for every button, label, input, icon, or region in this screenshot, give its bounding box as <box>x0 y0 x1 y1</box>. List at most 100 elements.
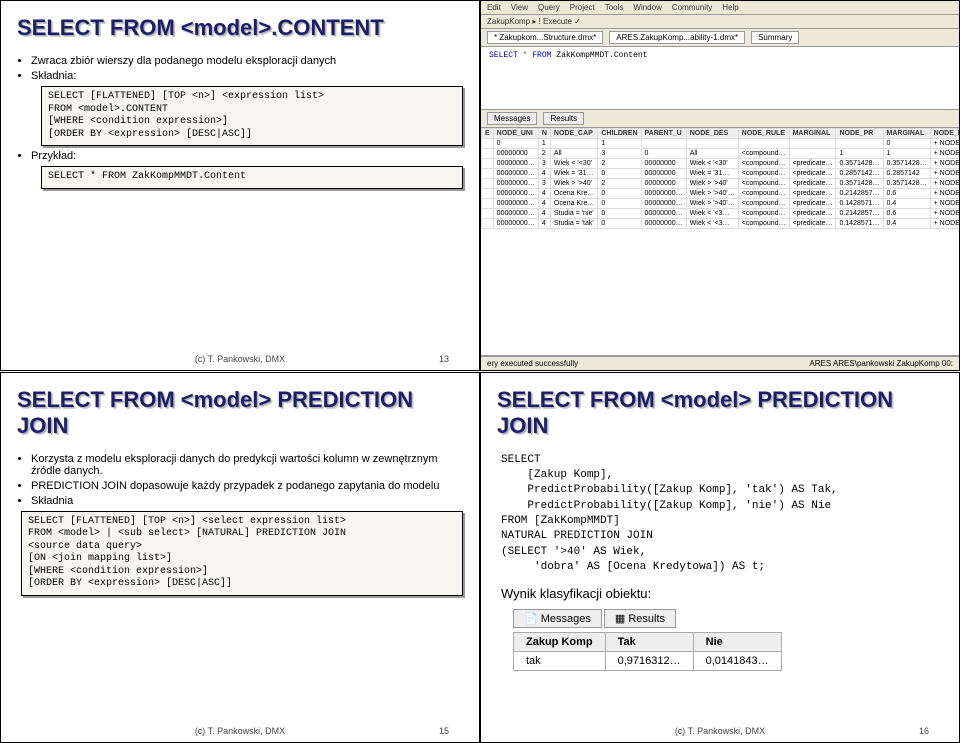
col-header: NODE_CAP <box>550 129 597 139</box>
cell <box>738 139 789 149</box>
ssms-window: Edit View Query Project Tools Window Com… <box>481 1 959 370</box>
slide-footer: (c) T. Pankowski, DMX 16 <box>481 726 959 736</box>
cell: 0.2857142… <box>836 169 883 179</box>
cell: Wiek < '<30' <box>686 159 738 169</box>
editor-tab[interactable]: * Zakupkom...Structure.dmx* <box>487 31 603 44</box>
cell <box>482 189 494 199</box>
cell <box>482 219 494 229</box>
menu-item[interactable]: Community <box>672 3 712 12</box>
cell <box>482 169 494 179</box>
cell: 0.3571428… <box>883 179 930 189</box>
cell: 00000000… <box>641 189 686 199</box>
menu-bar[interactable]: Edit View Query Project Tools Window Com… <box>481 1 959 15</box>
cell: 00000000… <box>493 179 538 189</box>
cell: 2 <box>598 179 641 189</box>
cell: 0.4 <box>883 199 930 209</box>
cell: <predicate… <box>789 209 836 219</box>
cell: + NODE_DISTRIBUTION <box>930 209 959 219</box>
col-header: NODE_DES <box>686 129 738 139</box>
example-code: SELECT * FROM ZakKompMMDT.Content <box>41 166 463 189</box>
cell: 1 <box>836 149 883 159</box>
query-editor[interactable]: SELECT * FROM ZakKompMMDT.Content <box>481 47 959 110</box>
cell: <compound… <box>738 219 789 229</box>
cell: + NODE_DISTRIBUTION <box>930 149 959 159</box>
menu-item[interactable]: View <box>511 3 528 12</box>
toolbar[interactable]: ZakupKomp ▸ ! Execute ✓ <box>481 15 959 29</box>
cell: <compound… <box>738 179 789 189</box>
cell: <predicate… <box>789 159 836 169</box>
cell: 0.2857142 <box>883 169 930 179</box>
cell: 0.4 <box>883 219 930 229</box>
cell: 0 <box>493 139 538 149</box>
cell: 1 <box>598 139 641 149</box>
result-panel: 📄 Messages ▦ Results Zakup Komp Tak Nie … <box>513 609 943 671</box>
table-row: 00000000…4Studia = 'tak'000000000…Wiek <… <box>482 219 960 229</box>
slide-15: SELECT FROM <model> PREDICTION JOIN Korz… <box>0 372 480 743</box>
cell: 2 <box>538 149 550 159</box>
menu-item[interactable]: Query <box>538 3 560 12</box>
menu-item[interactable]: Tools <box>605 3 624 12</box>
cell: <predicate… <box>789 199 836 209</box>
table-row: 00000000…4Wiek = '31…000000000Wiek = '31… <box>482 169 960 179</box>
bullet: Zwraca zbiór wierszy dla podanego modelu… <box>31 55 463 67</box>
result-tabs[interactable]: 📄 Messages ▦ Results <box>513 609 943 628</box>
cell: + NODE_DISTRIBUTION <box>930 189 959 199</box>
menu-item[interactable]: Project <box>570 3 595 12</box>
results-tab[interactable]: ▦ Results <box>604 609 676 628</box>
cell: 00000000… <box>493 169 538 179</box>
messages-tab[interactable]: 📄 Messages <box>513 609 602 628</box>
col-header: Nie <box>693 632 781 651</box>
col-header: NODE_DISTRIBUTION <box>930 129 959 139</box>
cell: Ocena Kre… <box>550 189 597 199</box>
editor-tabs[interactable]: * Zakupkom...Structure.dmx* ARES.ZakupKo… <box>481 29 959 47</box>
cell: 0 <box>598 189 641 199</box>
result-tabs[interactable]: Messages Results <box>481 110 959 128</box>
syntax-code: SELECT [FLATTENED] [TOP <n>] <expression… <box>41 86 463 146</box>
cell: Wiek < '<3… <box>686 209 738 219</box>
bullet-list: Zwraca zbiór wierszy dla podanego modelu… <box>31 55 463 82</box>
cell: 0.1428571… <box>836 219 883 229</box>
page-number: 16 <box>919 726 929 736</box>
slide-title: SELECT FROM <model> PREDICTION JOIN <box>497 387 943 439</box>
cell: 4 <box>538 189 550 199</box>
cell: 00000000 <box>641 159 686 169</box>
slide-footer: (c) T. Pankowski, DMX 13 <box>1 354 479 364</box>
col-header: N <box>538 129 550 139</box>
cell: 3 <box>538 159 550 169</box>
cell: + NODE_DISTRIBUTION <box>930 169 959 179</box>
cell: Wiek > '>40' <box>686 179 738 189</box>
status-bar: ery executed successfully ARES ARES\pank… <box>481 356 959 370</box>
cell <box>686 139 738 149</box>
col-header: NODE_PR <box>836 129 883 139</box>
cell: + NODE_DISTRIBUTION <box>930 139 959 149</box>
bullet: Przykład: <box>31 150 463 162</box>
results-grid[interactable]: ENODE_UNINNODE_CAPCHILDRENPARENT_UNODE_D… <box>481 128 959 356</box>
cell: 00000000… <box>641 199 686 209</box>
cell <box>482 209 494 219</box>
menu-item[interactable]: Edit <box>487 3 501 12</box>
bullet-list: Korzysta z modelu eksploracji danych do … <box>31 453 463 507</box>
results-table: ENODE_UNINNODE_CAPCHILDRENPARENT_UNODE_D… <box>481 128 959 229</box>
cell: <compound… <box>738 189 789 199</box>
col-header: MARGINAL <box>883 129 930 139</box>
cell: 4 <box>538 169 550 179</box>
cell: 00000000 <box>641 179 686 189</box>
editor-tab[interactable]: ARES.ZakupKomp...ability-1.dmx* <box>609 31 745 44</box>
cell: 00000000… <box>493 199 538 209</box>
cell: 0,0141843… <box>693 651 781 670</box>
messages-tab[interactable]: Messages <box>487 112 537 125</box>
cell: + NODE_DISTRIBUTION <box>930 199 959 209</box>
bullet: Składnia <box>31 495 463 507</box>
menu-item[interactable]: Window <box>633 3 661 12</box>
cell: 3 <box>598 149 641 159</box>
cell: Wiek < '<30' <box>550 159 597 169</box>
menu-item[interactable]: Help <box>722 3 738 12</box>
cell: 4 <box>538 219 550 229</box>
editor-tab[interactable]: Summary <box>751 31 799 44</box>
table-row: 000000002All30All<compound…11+ NODE_DIST… <box>482 149 960 159</box>
footer-text: (c) T. Pankowski, DMX <box>195 726 285 736</box>
table-row: tak 0,9716312… 0,0141843… <box>514 651 782 670</box>
cell: <predicate… <box>789 189 836 199</box>
slide-13: SELECT FROM <model>.CONTENT Zwraca zbiór… <box>0 0 480 371</box>
results-tab[interactable]: Results <box>543 112 584 125</box>
